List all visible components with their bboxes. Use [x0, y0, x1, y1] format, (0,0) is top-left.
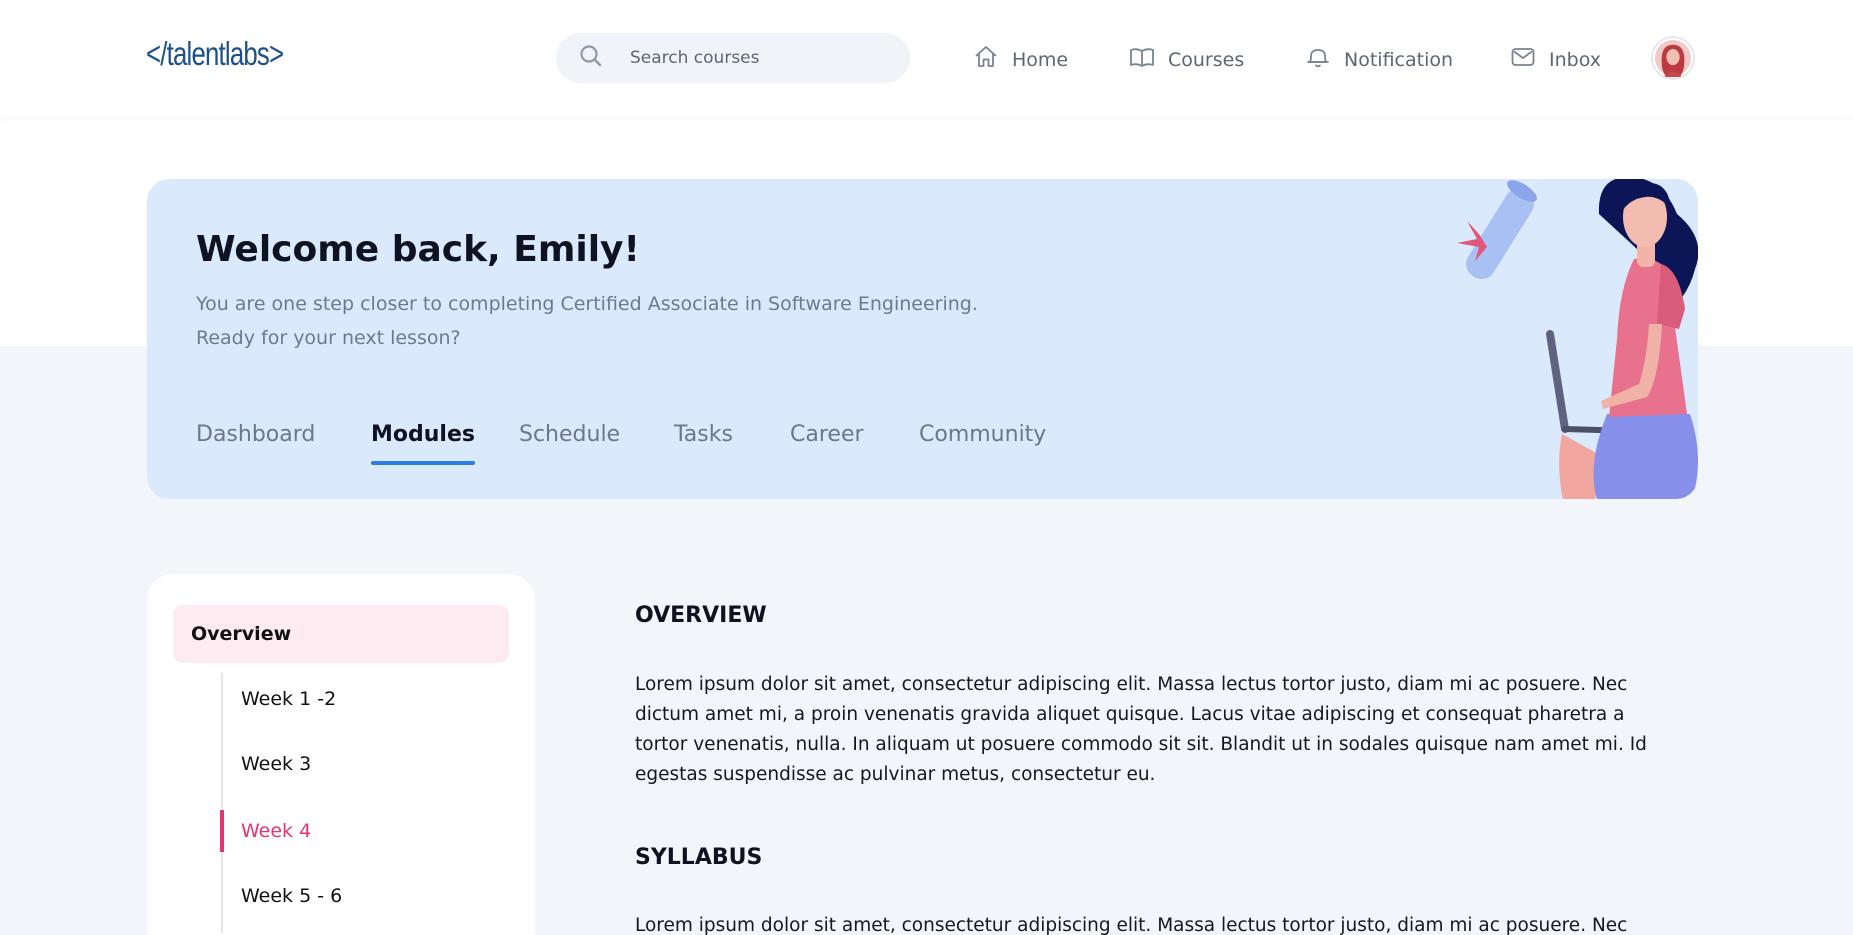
subtitle-line-2: Ready for your next lesson?: [196, 327, 461, 349]
nav-notification[interactable]: Notification: [1304, 43, 1453, 76]
nav-inbox[interactable]: Inbox: [1509, 43, 1601, 76]
nav-home-label: Home: [1012, 48, 1069, 71]
nav-courses[interactable]: Courses: [1128, 43, 1244, 76]
welcome-heading: Welcome back, Emily!: [196, 229, 640, 270]
user-avatar[interactable]: [1651, 36, 1695, 80]
overview-text: Lorem ipsum dolor sit amet, consectetur …: [635, 674, 1647, 785]
diploma-icon: [1457, 180, 1537, 280]
tab-dashboard[interactable]: Dashboard: [196, 422, 315, 447]
student-laptop-illustration: [1457, 179, 1698, 499]
tab-tasks[interactable]: Tasks: [674, 422, 733, 447]
module-sidebar: Overview Week 1 -2 Week 3 Week 4 Week 5 …: [147, 574, 535, 935]
welcome-subtitle: You are one step closer to completing Ce…: [196, 287, 1016, 355]
syllabus-heading: SYLLABUS: [635, 845, 763, 870]
sidebar-item-week-3[interactable]: Week 3: [241, 753, 311, 775]
overview-heading: OVERVIEW: [635, 603, 767, 628]
sidebar-item-overview[interactable]: Overview: [173, 605, 509, 663]
tab-schedule[interactable]: Schedule: [519, 422, 620, 447]
subtitle-line-1: You are one step closer to completing Ce…: [196, 293, 978, 315]
sidebar-active-indicator: [220, 810, 224, 852]
sidebar-item-week-4[interactable]: Week 4: [241, 820, 311, 842]
tab-community[interactable]: Community: [919, 422, 1046, 447]
search-bar[interactable]: [556, 33, 910, 83]
search-input[interactable]: [630, 48, 890, 68]
nav-inbox-label: Inbox: [1549, 48, 1601, 71]
sidebar-item-week-5-6[interactable]: Week 5 - 6: [241, 885, 342, 907]
syllabus-text: Lorem ipsum dolor sit amet, consectetur …: [635, 915, 1628, 935]
logo-text: </talentlabs>: [146, 35, 284, 72]
book-icon: [1128, 43, 1168, 76]
welcome-banner: Welcome back, Emily! You are one step cl…: [147, 179, 1698, 499]
talentlabs-logo[interactable]: </talentlabs>: [146, 34, 322, 74]
top-header: </talentlabs> Home Courses Notification …: [0, 0, 1853, 117]
home-icon: [972, 43, 1012, 76]
avatar-image: [1654, 39, 1692, 77]
nav-courses-label: Courses: [1168, 48, 1245, 71]
tab-modules[interactable]: Modules: [371, 422, 475, 465]
sidebar-item-week-1-2[interactable]: Week 1 -2: [241, 688, 336, 710]
sidebar-divider-line: [221, 673, 223, 933]
mail-icon: [1509, 43, 1549, 76]
bell-icon: [1304, 43, 1344, 76]
tab-career[interactable]: Career: [790, 422, 864, 447]
nav-home[interactable]: Home: [972, 43, 1068, 76]
search-icon: [578, 43, 604, 73]
nav-notification-label: Notification: [1344, 48, 1454, 71]
